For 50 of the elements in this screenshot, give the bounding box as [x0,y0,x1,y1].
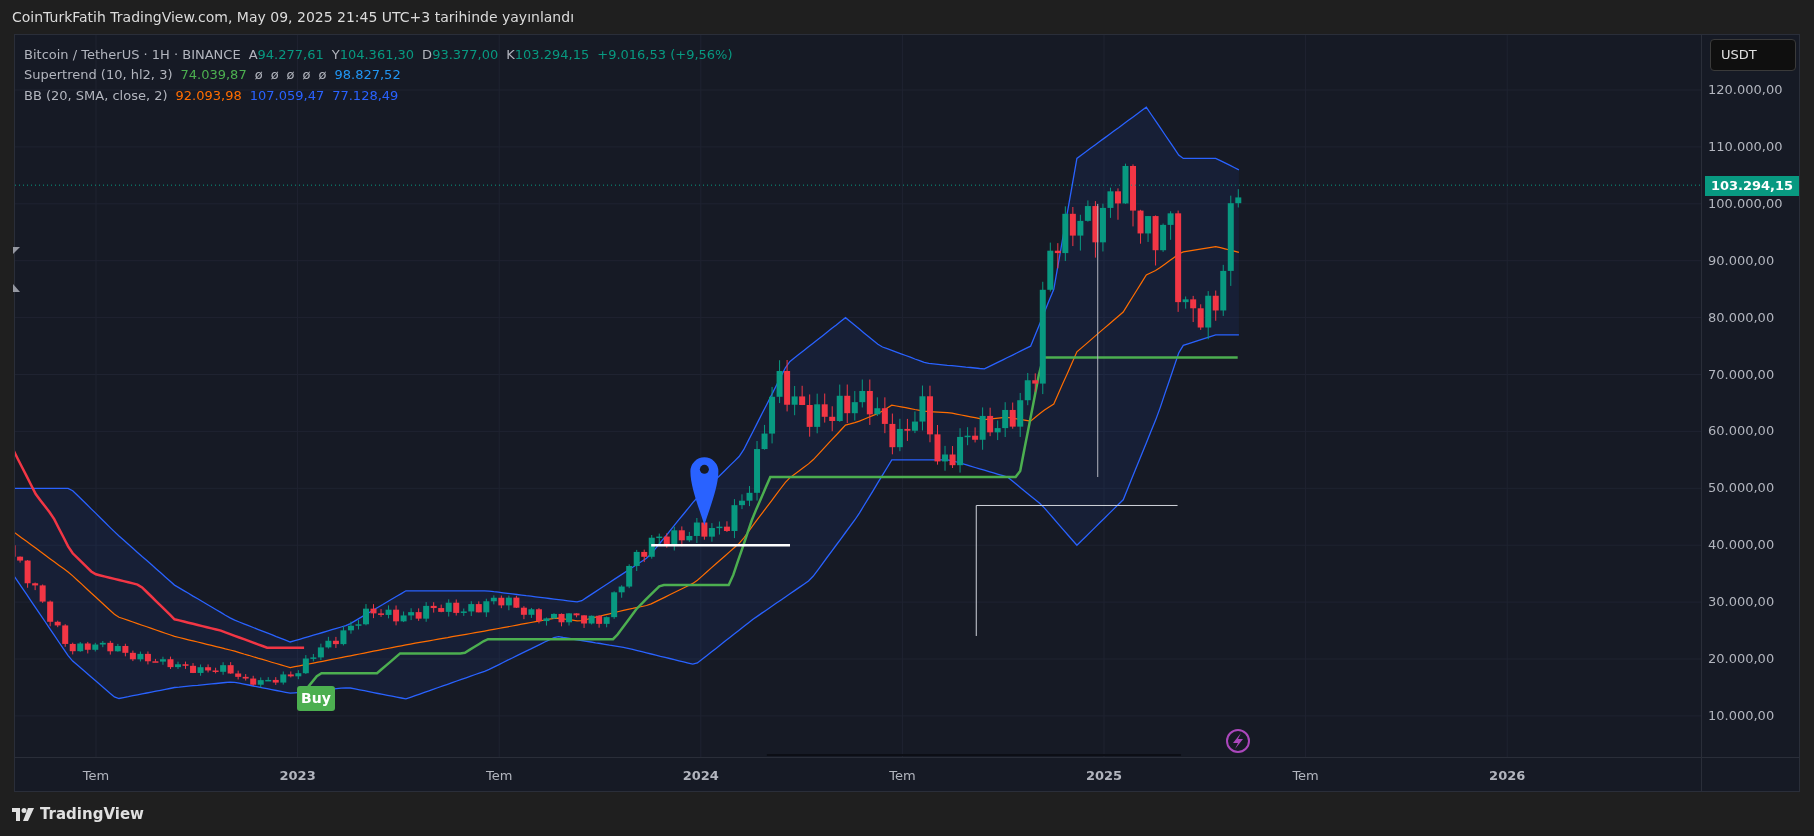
time-label: 2023 [279,767,316,785]
time-label: Tem [82,767,110,785]
indicator-value: 74.039,87 [180,66,247,84]
time-label: Tem [889,767,916,785]
indicator-value: 98.827,52 [334,66,401,84]
symbol-label: Bitcoin / TetherUS · 1H · BINANCE [24,46,241,64]
ohlc-value: K103.294,15 [506,46,590,64]
ohlc-value: D93.377,00 [422,46,499,64]
left-arrow-icon[interactable] [13,247,20,254]
price-label: 80.000,00 [1708,309,1775,326]
indicator-name: Supertrend (10, hl2, 3) [24,66,173,84]
price-label: 110.000,00 [1708,138,1783,155]
left-arrow-icon[interactable] [13,284,20,292]
indicator-value: ø [254,66,263,84]
price-change: +9.016,53 (+9,56%) [597,46,733,64]
price-label: 50.000,00 [1708,480,1775,497]
price-label: 100.000,00 [1708,195,1783,212]
tradingview-logo-icon[interactable] [12,807,34,821]
time-label: 2025 [1085,767,1123,785]
price-label: 90.000,00 [1708,252,1775,269]
price-label: 60.000,00 [1708,423,1775,440]
buy-signal-label: Buy [297,686,335,711]
publish-caption: CoinTurkFatih TradingView.com, May 09, 2025 21:45 UTC+3 tarihinde yayınlandı [12,7,575,27]
currency-button[interactable]: USDT [1710,39,1796,71]
map-pin-icon[interactable] [690,457,719,526]
ohlc-value: A94.277,61 [248,46,324,64]
indicator-value: ø [270,66,279,84]
indicator-name: BB (20, SMA, close, 2) [24,87,168,105]
time-label: 2026 [1489,767,1526,785]
price-label: 10.000,00 [1708,707,1775,724]
indicator-value: 107.059,47 [249,87,325,105]
tradingview-logo-text[interactable]: TradingView [40,802,144,826]
price-label: 120.000,00 [1708,82,1783,98]
vertical-line[interactable] [1097,203,1099,478]
last-price-badge: 103.294,15 [1705,176,1799,196]
indicator-value: 92.093,98 [175,87,242,105]
lightning-icon[interactable] [1226,729,1250,753]
indicator-value: ø [318,66,327,84]
indicator-value: ø [302,66,311,84]
price-label: 40.000,00 [1708,537,1775,554]
time-label: Tem [486,767,513,785]
time-label: 2024 [682,767,719,785]
price-label: 30.000,00 [1708,594,1775,611]
indicator-value: 77.128,49 [332,87,399,105]
price-label: 20.000,00 [1708,651,1775,667]
trend-line[interactable] [975,504,1179,637]
time-label: Tem [1292,767,1319,785]
indicator-value: ø [286,66,295,84]
ohlc-value: Y104.361,30 [331,46,415,64]
price-label: 70.000,00 [1708,366,1775,383]
